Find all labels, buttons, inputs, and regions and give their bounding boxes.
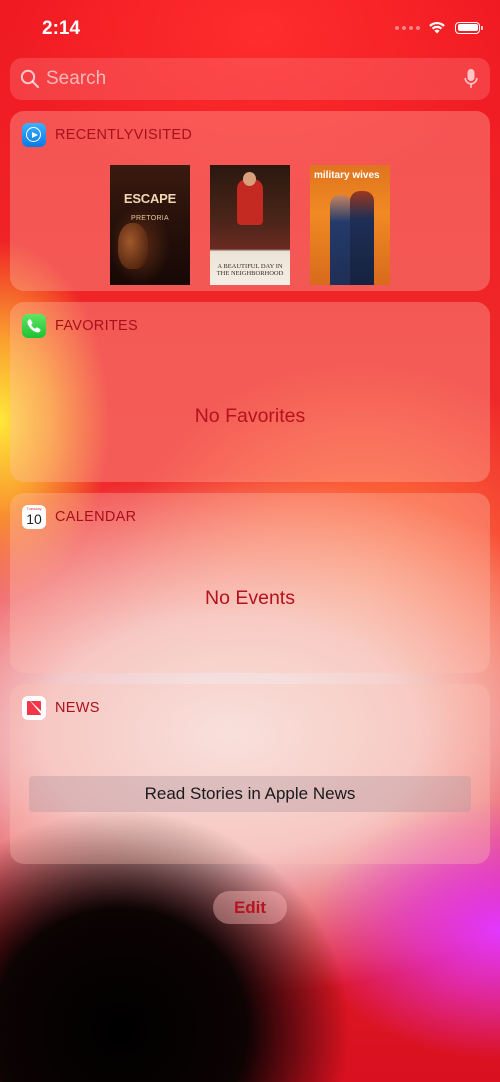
- widget-title: CALENDAR: [55, 509, 137, 525]
- calendar-widget[interactable]: Tuesday 10 CALENDAR No Events: [10, 493, 490, 673]
- news-widget[interactable]: NEWS Read Stories in Apple News: [10, 684, 490, 864]
- no-favorites-message: No Favorites: [194, 405, 306, 427]
- widget-header: RECENTLYVISITED: [22, 123, 192, 147]
- calendar-icon-day: 10: [26, 511, 42, 527]
- wifi-icon: [429, 21, 445, 34]
- poster-title: military wives: [314, 170, 380, 181]
- battery-icon: [455, 21, 483, 34]
- widget-title: FAVORITES: [55, 318, 139, 334]
- widget-header: NEWS: [22, 696, 100, 720]
- widget-header: Tuesday 10 CALENDAR: [22, 505, 136, 529]
- beautiful-day-poster[interactable]: A BEAUTIFUL DAY IN THE NEIGHBORHOOD: [210, 165, 290, 285]
- news-icon: [22, 696, 46, 720]
- status-icons: [395, 21, 483, 34]
- poster-row: ESCAPE PRETORIA A BEAUTIFUL DAY IN THE N…: [110, 165, 390, 285]
- cellular-signal-icon: [395, 25, 420, 30]
- poster-subtitle: PRETORIA: [130, 215, 170, 222]
- widget-title: NEWS: [55, 700, 100, 716]
- search-input[interactable]: [46, 68, 464, 90]
- play-circle-icon: [22, 123, 46, 147]
- escape-from-pretoria-poster[interactable]: ESCAPE PRETORIA: [110, 165, 190, 285]
- widget-header: FAVORITES: [22, 314, 138, 338]
- search-bar[interactable]: [10, 58, 490, 100]
- microphone-icon[interactable]: [464, 68, 478, 90]
- favorites-widget[interactable]: FAVORITES No Favorites: [10, 302, 490, 482]
- search-icon: [20, 69, 40, 89]
- edit-button[interactable]: Edit: [213, 891, 287, 924]
- widget-title: RECENTLYVISITED: [55, 127, 193, 143]
- phone-icon: [22, 314, 46, 338]
- military-wives-poster[interactable]: military wives: [310, 165, 390, 285]
- poster-title: ESCAPE: [123, 191, 177, 206]
- poster-title: A BEAUTIFUL DAY IN THE NEIGHBORHOOD: [216, 263, 284, 277]
- calendar-icon: Tuesday 10: [22, 505, 46, 529]
- no-events-message: No Events: [205, 587, 295, 609]
- status-time: 2:14: [42, 18, 81, 39]
- status-bar: 2:14: [0, 0, 500, 60]
- read-stories-button[interactable]: Read Stories in Apple News: [29, 776, 471, 812]
- recently-visited-widget[interactable]: RECENTLYVISITED ESCAPE PRETORIA A BEAUTI…: [10, 111, 490, 291]
